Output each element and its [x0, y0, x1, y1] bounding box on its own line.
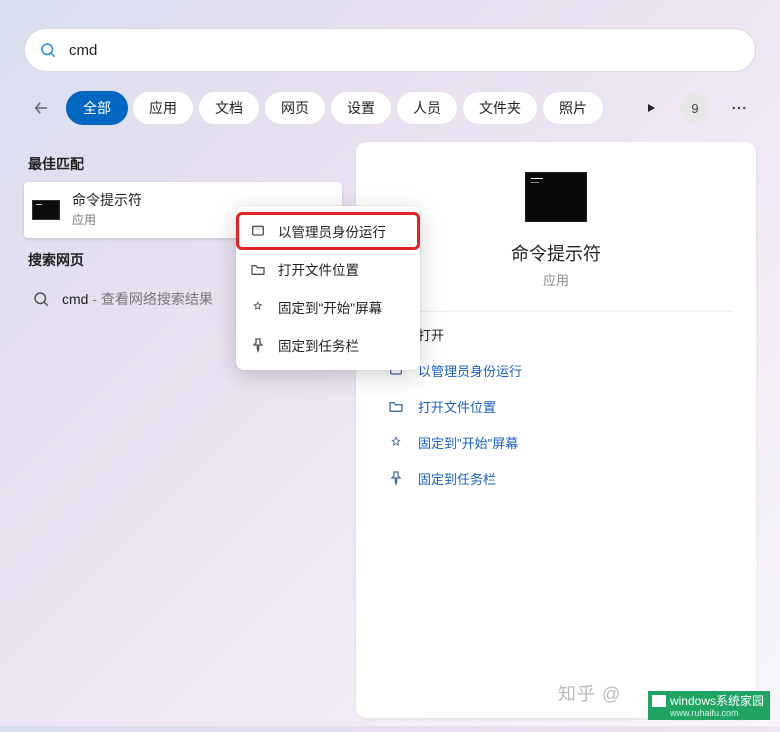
search-panel: 全部 应用 文档 网页 设置 人员 文件夹 照片 9 最佳匹配 命令提示符 应用…: [10, 6, 770, 716]
result-texts: 命令提示符 应用: [72, 192, 142, 228]
result-title: 命令提示符: [72, 192, 142, 209]
ctx-label: 固定到"开始"屏幕: [278, 297, 382, 317]
filter-tabs: 全部 应用 文档 网页 设置 人员 文件夹 照片 9: [24, 86, 756, 130]
tab-documents[interactable]: 文档: [198, 91, 260, 125]
result-subtitle: 应用: [72, 211, 142, 228]
shield-icon: [250, 223, 266, 239]
tab-apps[interactable]: 应用: [132, 91, 194, 125]
tab-settings[interactable]: 设置: [330, 91, 392, 125]
ctx-pin-start[interactable]: 固定到"开始"屏幕: [236, 288, 420, 326]
back-arrow-icon: [32, 99, 50, 117]
watermark-brand: windows系统家园 www.ruhaifu.com: [648, 691, 770, 720]
ellipsis-icon: [730, 99, 748, 117]
action-pin-taskbar[interactable]: 固定到任务栏: [380, 462, 732, 494]
actions-list: 打开 以管理员身份运行 打开文件位置 固定到"开始"屏幕 固定到任务栏: [380, 318, 732, 494]
app-title: 命令提示符: [511, 240, 601, 266]
ctx-pin-taskbar[interactable]: 固定到任务栏: [236, 326, 420, 364]
search-bar[interactable]: [24, 28, 756, 72]
ctx-label: 固定到任务栏: [278, 335, 359, 355]
terminal-icon: [32, 200, 60, 220]
play-button[interactable]: [634, 91, 668, 125]
ctx-run-as-admin[interactable]: 以管理员身份运行: [236, 212, 420, 250]
tab-web[interactable]: 网页: [264, 91, 326, 125]
pin-icon: [250, 337, 266, 353]
more-button[interactable]: [722, 91, 756, 125]
ctx-label: 以管理员身份运行: [278, 221, 386, 241]
tab-folders[interactable]: 文件夹: [462, 91, 538, 125]
action-label: 打开: [418, 325, 444, 344]
ctx-open-location[interactable]: 打开文件位置: [236, 250, 420, 288]
web-search-label: cmd - 查看网络搜索结果: [62, 289, 213, 309]
pin-icon: [388, 470, 404, 486]
results-count-badge[interactable]: 9: [680, 93, 710, 123]
folder-icon: [250, 261, 266, 277]
watermark-zhihu: 知乎 @: [558, 680, 621, 706]
action-run-as-admin[interactable]: 以管理员身份运行: [380, 354, 732, 386]
action-open-location[interactable]: 打开文件位置: [380, 390, 732, 422]
search-input[interactable]: [69, 42, 741, 59]
action-label: 打开文件位置: [418, 397, 496, 416]
ctx-label: 打开文件位置: [278, 259, 359, 279]
action-label: 固定到"开始"屏幕: [418, 433, 518, 452]
tab-people[interactable]: 人员: [396, 91, 458, 125]
action-open[interactable]: 打开: [380, 318, 732, 350]
tab-all[interactable]: 全部: [66, 91, 128, 125]
search-icon: [39, 41, 57, 59]
context-menu: 以管理员身份运行 打开文件位置 固定到"开始"屏幕 固定到任务栏: [236, 206, 420, 370]
action-label: 固定到任务栏: [418, 469, 496, 488]
search-icon: [32, 290, 50, 308]
play-icon: [645, 102, 657, 114]
back-button[interactable]: [24, 91, 58, 125]
pin-icon: [388, 434, 404, 450]
action-label: 以管理员身份运行: [418, 361, 522, 380]
best-match-header: 最佳匹配: [24, 142, 342, 182]
app-category: 应用: [543, 270, 569, 289]
divider: [380, 311, 732, 312]
pin-icon: [250, 299, 266, 315]
tab-photos[interactable]: 照片: [542, 91, 604, 125]
action-pin-start[interactable]: 固定到"开始"屏幕: [380, 426, 732, 458]
folder-icon: [388, 398, 404, 414]
terminal-icon: [525, 172, 587, 222]
